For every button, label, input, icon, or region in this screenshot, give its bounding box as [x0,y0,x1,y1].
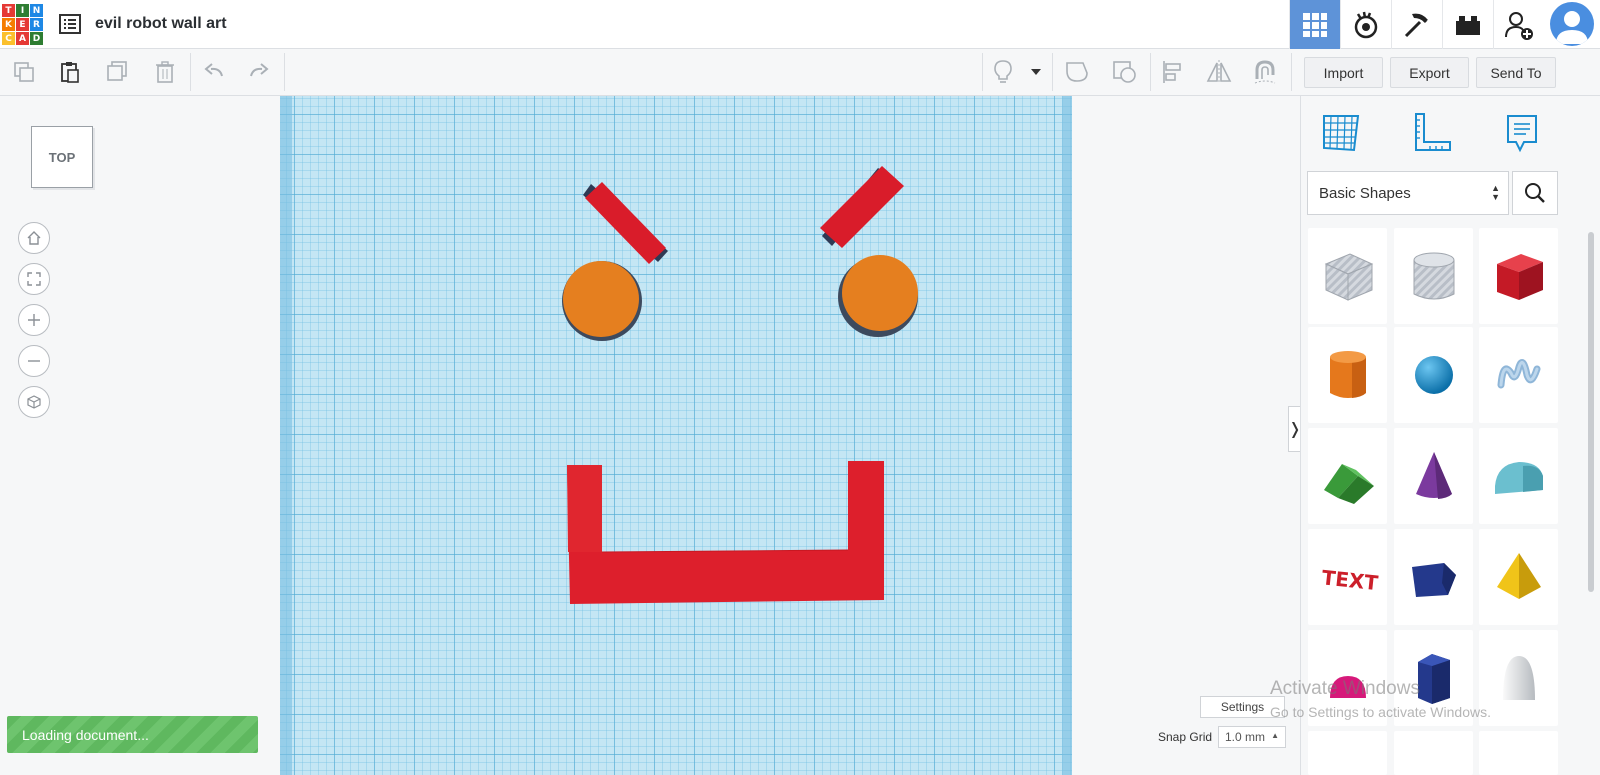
document-list-icon[interactable] [58,12,82,36]
zoom-out-icon[interactable] [18,345,50,377]
activate-windows-title: Activate Windows [1270,678,1420,699]
user-avatar[interactable] [1550,2,1594,46]
shape-category-select[interactable]: Basic Shapes ▲ ▼ [1307,171,1509,215]
zoom-in-icon[interactable] [18,304,50,336]
export-button[interactable]: Export [1390,57,1469,88]
scene-shapes [562,166,918,604]
shape-tile-row6-b[interactable] [1394,731,1473,775]
shape-tile-sphere[interactable] [1394,327,1473,423]
align-icon[interactable] [1158,57,1188,87]
snap-grid-select[interactable]: 1.0 mm ▲ [1218,726,1286,748]
top-bar: TIN KER CAD evil robot wall art [0,0,1600,49]
box-icon [1496,254,1543,300]
right-eye[interactable] [838,255,918,337]
logo-letter: N [30,4,43,17]
shape-tile-cone[interactable] [1394,428,1473,524]
redo-icon[interactable] [244,57,274,87]
shape-tile-roof[interactable] [1308,428,1387,524]
scribble-icon [1497,359,1540,389]
wedge-prism-icon [1411,563,1456,597]
lego-brick-icon[interactable] [1442,0,1493,49]
shape-tile-cylinder-hole[interactable] [1394,228,1473,324]
perspective-icon[interactable] [18,386,50,418]
send-to-button[interactable]: Send To [1476,57,1556,88]
paraboloid-icon [1502,656,1535,700]
cone-icon [1415,452,1452,499]
sphere-icon [1414,356,1453,394]
activate-windows-subtitle: Go to Settings to activate Windows. [1270,704,1491,720]
delete-icon[interactable] [150,57,180,87]
shape-tile-text[interactable]: TEXT [1308,529,1387,625]
roof-icon [1323,464,1374,504]
view-cube[interactable]: TOP [31,126,93,188]
shape-tile-box-hole[interactable] [1308,228,1387,324]
logo-letter: I [16,4,29,17]
codeblocks-icon[interactable] [1340,0,1391,49]
import-button[interactable]: Import [1304,57,1383,88]
logo-letter: T [2,4,15,17]
snap-grid-label: Snap Grid [1158,730,1213,744]
round-roof-icon [1494,462,1543,494]
fit-view-icon[interactable] [18,263,50,295]
copy-icon[interactable] [9,57,39,87]
select-arrows-icon: ▲ ▼ [1491,183,1500,202]
pyramid-icon [1496,553,1541,599]
shape-tile-row6-a[interactable] [1308,731,1387,775]
shape-tile-round-roof[interactable] [1479,428,1558,524]
group-magnet-icon[interactable] [1250,57,1280,87]
box-hole-icon [1324,253,1373,301]
workplane[interactable] [280,96,1072,775]
shape-tile-scribble[interactable] [1479,327,1558,423]
snap-grid-value: 1.0 mm [1225,730,1266,744]
light-dropdown-icon[interactable] [1025,57,1047,87]
text-icon: TEXT [1320,565,1379,595]
mouth-shape[interactable] [567,461,884,604]
shapes-scrollbar[interactable] [1588,232,1594,592]
invite-user-icon[interactable] [1493,0,1544,49]
loading-toast: Loading document... [7,716,258,753]
tinkercad-logo[interactable]: TIN KER CAD [2,4,43,45]
search-shapes-button[interactable] [1512,171,1558,215]
logo-letter: A [16,32,29,45]
cylinder-hole-icon [1413,252,1454,300]
ruler-tool-icon[interactable] [1408,110,1454,156]
left-eyebrow[interactable] [583,182,668,264]
mirror-icon[interactable] [1204,57,1234,87]
3d-design-grid-icon[interactable] [1289,0,1340,49]
edit-toolbar: Import Export Send To [0,49,1600,96]
svg-text:TEXT: TEXT [1320,565,1379,595]
header-actions [1289,0,1600,49]
light-bulb-icon[interactable] [988,57,1018,87]
search-icon [1525,183,1545,203]
logo-letter: D [30,32,43,45]
document-title[interactable]: evil robot wall art [95,15,227,33]
duplicate-icon[interactable] [102,57,132,87]
left-eye[interactable] [562,261,642,341]
workplane-tool-icon[interactable] [1318,110,1364,156]
home-view-icon[interactable] [18,222,50,254]
shape-tile-row6-c[interactable] [1479,731,1558,775]
logo-letter: C [2,32,15,45]
paste-icon[interactable] [55,57,85,87]
logo-letter: K [2,18,15,31]
cylinder-icon [1329,351,1366,398]
notes-tool-icon[interactable] [1498,110,1544,156]
shape-tile-wedge-prism[interactable] [1394,529,1473,625]
undo-icon[interactable] [199,57,229,87]
shape-category-value: Basic Shapes [1319,184,1411,202]
shape-tile-box[interactable] [1479,228,1558,324]
caret-up-icon: ▲ [1271,731,1279,740]
shape-tile-pyramid[interactable] [1479,529,1558,625]
right-eyebrow[interactable] [820,166,904,248]
shape-hole-icon[interactable] [1110,57,1140,87]
shape-tile-cylinder[interactable] [1308,327,1387,423]
logo-letter: E [16,18,29,31]
shape-solid-icon[interactable] [1062,57,1092,87]
logo-letter: R [30,18,43,31]
minecraft-pickaxe-icon[interactable] [1391,0,1442,49]
